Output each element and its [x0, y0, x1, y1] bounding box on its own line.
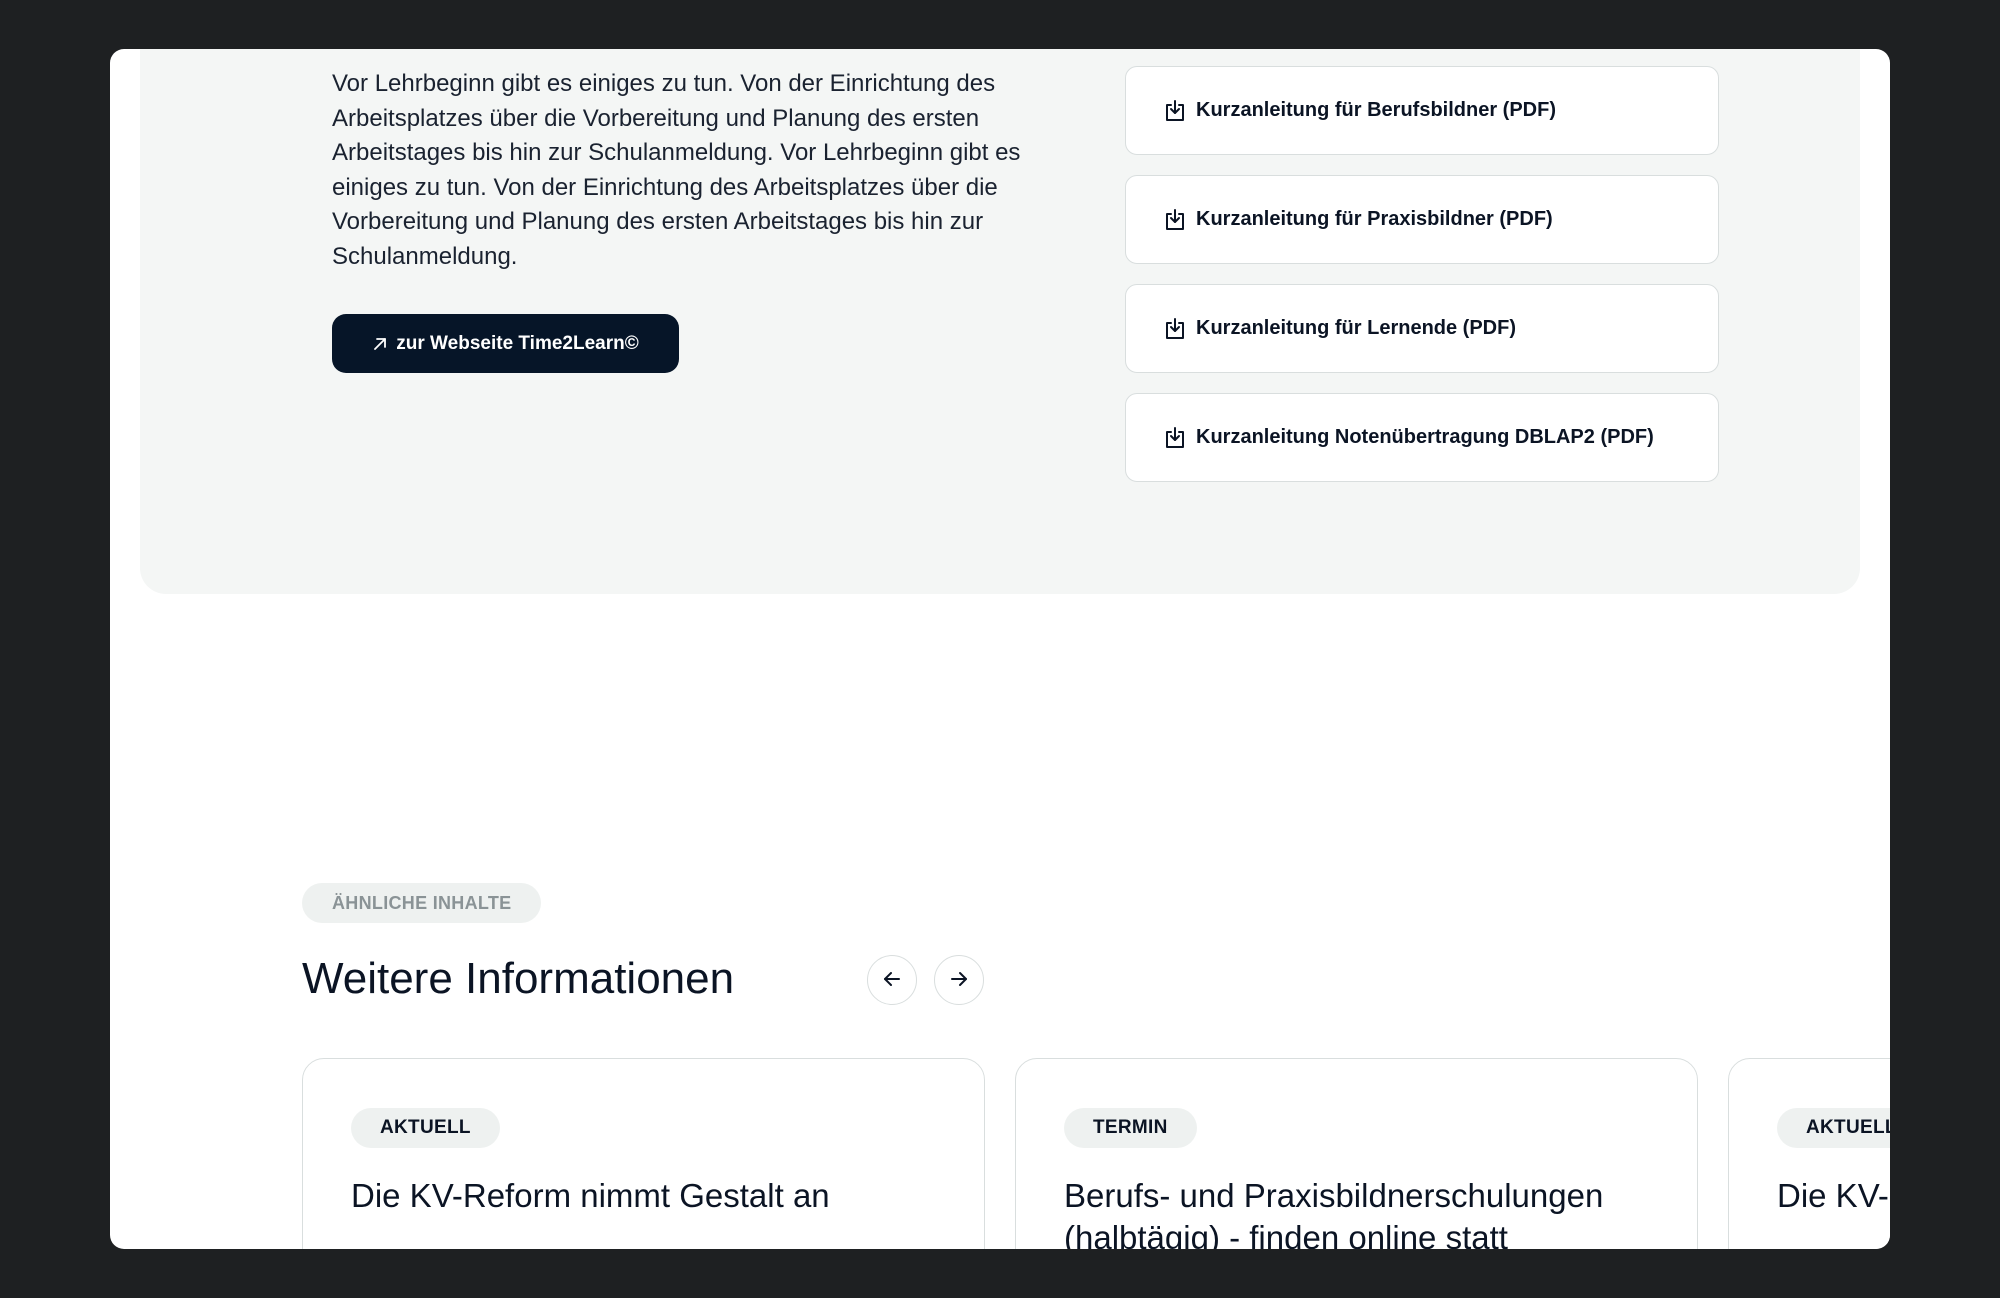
carousel-next-button[interactable] [934, 955, 984, 1005]
download-notenuebertragung-pdf[interactable]: Kurzanleitung Notenübertragung DBLAP2 (P… [1125, 393, 1719, 482]
card-tag: AKTUELL [351, 1108, 500, 1148]
card-title: Berufs- und Praxisbildnerschulungen (hal… [1064, 1177, 1604, 1249]
card-title: Die KV-Reform nimmt Gestalt an [1777, 1177, 1890, 1214]
download-label: Kurzanleitung Notenübertragung DBLAP2 (P… [1196, 426, 1654, 448]
download-berufsbildner-pdf[interactable]: Kurzanleitung für Berufsbildner (PDF) [1125, 66, 1719, 155]
time2learn-website-button[interactable]: zur Webseite Time2Learn© [332, 314, 679, 373]
section-title: Weitere Informationen [302, 954, 735, 1003]
download-icon [1164, 317, 1186, 341]
intro-text: Vor Lehrbeginn gibt es einiges zu tun. V… [332, 70, 1021, 270]
intro-panel: Vor Lehrbeginn gibt es einiges zu tun. V… [140, 49, 1860, 594]
download-icon [1164, 208, 1186, 232]
download-icon [1164, 99, 1186, 123]
card-tag: AKTUELL [1777, 1108, 1890, 1148]
browser-viewport: Vor Lehrbeginn gibt es einiges zu tun. V… [110, 49, 1890, 1249]
related-card[interactable]: AKTUELL Die KV-Reform nimmt Gestalt an [1728, 1058, 1890, 1249]
section-badge: ÄHNLICHE INHALTE [302, 883, 542, 923]
download-praxisbildner-pdf[interactable]: Kurzanleitung für Praxisbildner (PDF) [1125, 175, 1719, 264]
card-tag: TERMIN [1064, 1108, 1197, 1148]
download-label: Kurzanleitung für Lernende (PDF) [1196, 317, 1516, 339]
arrow-right-icon [948, 968, 970, 993]
arrow-up-right-icon [372, 336, 388, 352]
carousel-prev-button[interactable] [867, 955, 917, 1005]
time2learn-website-button-label: zur Webseite Time2Learn© [396, 332, 639, 354]
download-list: Kurzanleitung für Berufsbildner (PDF) Ku… [1125, 66, 1719, 502]
download-label: Kurzanleitung für Berufsbildner (PDF) [1196, 99, 1556, 121]
download-icon [1164, 426, 1186, 450]
card-title: Die KV-Reform nimmt Gestalt an [351, 1177, 830, 1214]
arrow-left-icon [881, 968, 903, 993]
download-lernende-pdf[interactable]: Kurzanleitung für Lernende (PDF) [1125, 284, 1719, 373]
download-label: Kurzanleitung für Praxisbildner (PDF) [1196, 208, 1553, 230]
related-card[interactable]: TERMIN Berufs- und Praxisbildnerschulung… [1015, 1058, 1698, 1249]
related-card[interactable]: AKTUELL Die KV-Reform nimmt Gestalt an [302, 1058, 985, 1249]
